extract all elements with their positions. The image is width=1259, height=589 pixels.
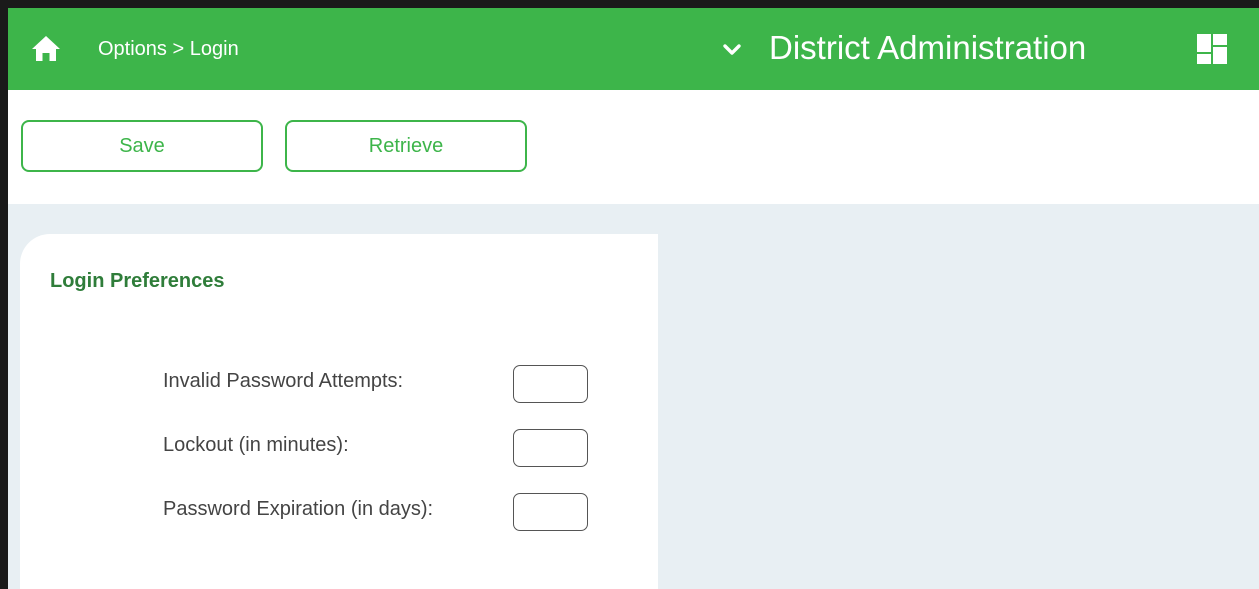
lockout-minutes-input[interactable] [513,429,588,467]
invalid-password-attempts-label: Invalid Password Attempts: [163,370,404,392]
district-title[interactable]: District Administration [769,28,1086,68]
login-preferences-panel: Login Preferences Invalid Password Attem… [20,234,658,589]
app-frame: Options > Login District Administration … [0,0,1259,589]
save-button[interactable]: Save [21,120,263,172]
breadcrumb: Options > Login [98,36,239,62]
apps-grid-icon[interactable] [1194,31,1230,67]
breadcrumb-parent[interactable]: Options [98,38,167,60]
chevron-down-icon[interactable] [720,38,744,62]
breadcrumb-current: Login [189,38,239,60]
toolbar: Save Retrieve [8,90,1259,204]
home-icon[interactable] [30,34,62,62]
lockout-minutes-label: Lockout (in minutes): [163,434,349,456]
top-bar: Options > Login District Administration [8,8,1259,90]
breadcrumb-separator: > [172,38,185,60]
panel-title: Login Preferences [50,270,225,292]
password-expiration-days-label: Password Expiration (in days): [163,498,434,520]
password-expiration-days-input[interactable] [513,493,588,531]
invalid-password-attempts-input[interactable] [513,365,588,403]
retrieve-button[interactable]: Retrieve [285,120,527,172]
